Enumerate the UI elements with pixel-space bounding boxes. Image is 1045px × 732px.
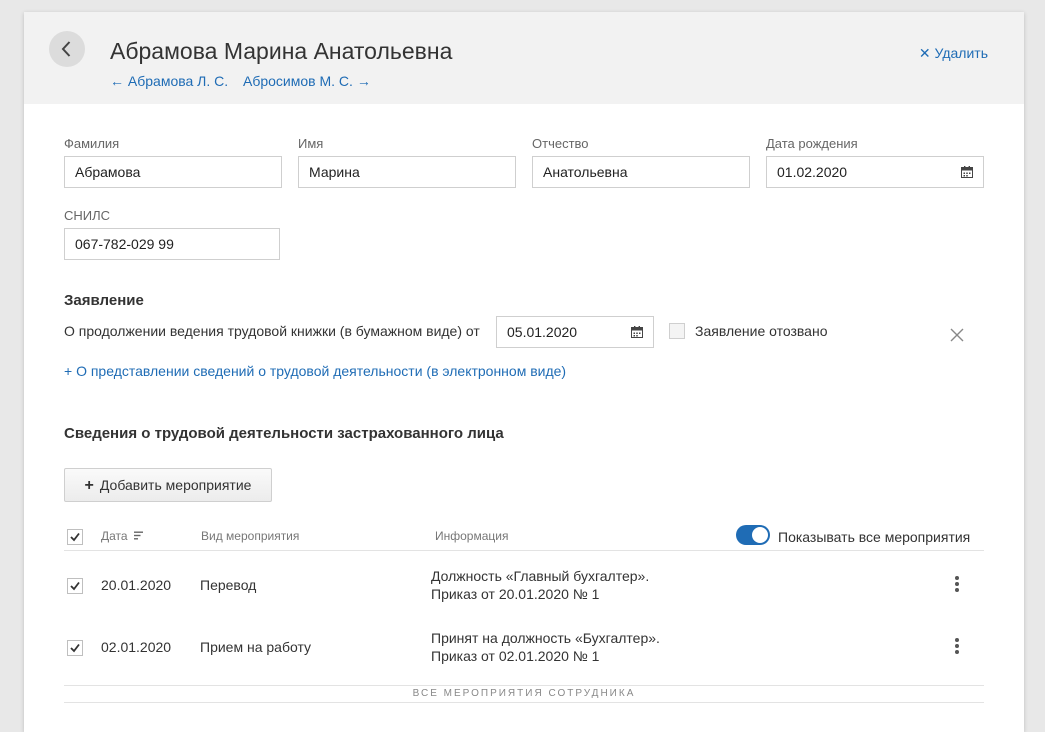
- row-info-line1: Принят на должность «Бухгалтер».: [431, 630, 660, 646]
- column-type-header: Вид мероприятия: [201, 529, 300, 543]
- add-activity-label: Добавить мероприятие: [99, 477, 252, 493]
- withdrawn-checkbox[interactable]: [669, 323, 685, 339]
- footer-divider-top: [64, 685, 984, 686]
- activity-section-title: Сведения о трудовой деятельности застрах…: [64, 425, 504, 442]
- close-icon: ✕: [918, 45, 931, 61]
- row-type: Перевод: [200, 577, 257, 593]
- delete-button[interactable]: ✕ Удалить: [919, 45, 988, 62]
- table-header-divider: [64, 550, 984, 551]
- column-date-label: Дата: [101, 529, 128, 543]
- employee-card: Абрамова Марина Анатольевна ← Абрамова Л…: [24, 12, 1024, 732]
- add-activity-button[interactable]: + Добавить мероприятие: [64, 468, 272, 502]
- electronic-application-link[interactable]: + О представлении сведений о трудовой де…: [64, 363, 566, 379]
- chevron-left-icon: [61, 41, 71, 57]
- card-header: Абрамова Марина Анатольевна ← Абрамова Л…: [24, 12, 1024, 104]
- column-info-header: Информация: [435, 529, 509, 543]
- name-label: Имя: [298, 136, 324, 151]
- patronymic-input[interactable]: Анатольевна: [532, 156, 750, 188]
- prev-employee-link[interactable]: ← Абрамова Л. С.: [110, 73, 228, 89]
- show-all-label: Показывать все мероприятия: [778, 529, 971, 545]
- paper-application-date: 05.01.2020: [507, 324, 578, 340]
- birthdate-value: 01.02.2020: [777, 164, 848, 180]
- paper-application-date-input[interactable]: 05.01.2020: [496, 316, 654, 348]
- delete-label: Удалить: [934, 45, 988, 61]
- surname-input[interactable]: Абрамова: [64, 156, 282, 188]
- select-all-checkbox[interactable]: [67, 529, 83, 545]
- checkmark-icon: [70, 532, 80, 542]
- toggle-knob: [752, 527, 768, 543]
- calendar-icon[interactable]: [631, 326, 643, 338]
- calendar-icon[interactable]: [961, 166, 973, 178]
- kebab-menu-icon[interactable]: [954, 575, 960, 593]
- row-date: 20.01.2020: [101, 577, 172, 593]
- checkmark-icon: [70, 581, 80, 591]
- checkmark-icon: [70, 643, 80, 653]
- page-title: Абрамова Марина Анатольевна: [110, 38, 453, 64]
- sort-icon[interactable]: [133, 531, 144, 540]
- row-info-line1: Должность «Главный бухгалтер».: [431, 568, 650, 584]
- snils-label: СНИЛС: [64, 208, 111, 223]
- row-checkbox[interactable]: [67, 578, 83, 594]
- plus-icon: +: [84, 477, 94, 494]
- footer-divider-bottom: [64, 702, 984, 703]
- back-button[interactable]: [49, 31, 85, 67]
- patronymic-label: Отчество: [532, 136, 589, 151]
- row-date: 02.01.2020: [101, 639, 172, 655]
- kebab-menu-icon[interactable]: [954, 637, 960, 655]
- row-info-line2: Приказ от 20.01.2020 № 1: [431, 586, 600, 602]
- all-activities-label[interactable]: ВСЕ МЕРОПРИЯТИЯ СОТРУДНИКА: [24, 688, 1024, 699]
- column-date-header[interactable]: Дата: [101, 529, 144, 543]
- row-checkbox[interactable]: [67, 640, 83, 656]
- birthdate-input[interactable]: 01.02.2020: [766, 156, 984, 188]
- show-all-toggle[interactable]: [736, 525, 770, 545]
- close-icon[interactable]: [950, 328, 964, 342]
- next-employee-link[interactable]: Абросимов М. С. →: [243, 73, 371, 89]
- birthdate-label: Дата рождения: [766, 136, 858, 151]
- surname-label: Фамилия: [64, 136, 120, 151]
- name-input[interactable]: Марина: [298, 156, 516, 188]
- withdrawn-label: Заявление отозвано: [695, 323, 828, 339]
- paper-application-text: О продолжении ведения трудовой книжки (в…: [64, 323, 480, 339]
- row-type: Прием на работу: [200, 639, 312, 655]
- row-info-line2: Приказ от 02.01.2020 № 1: [431, 648, 600, 664]
- snils-input[interactable]: 067-782-029 99: [64, 228, 280, 260]
- application-section-title: Заявление: [64, 292, 144, 309]
